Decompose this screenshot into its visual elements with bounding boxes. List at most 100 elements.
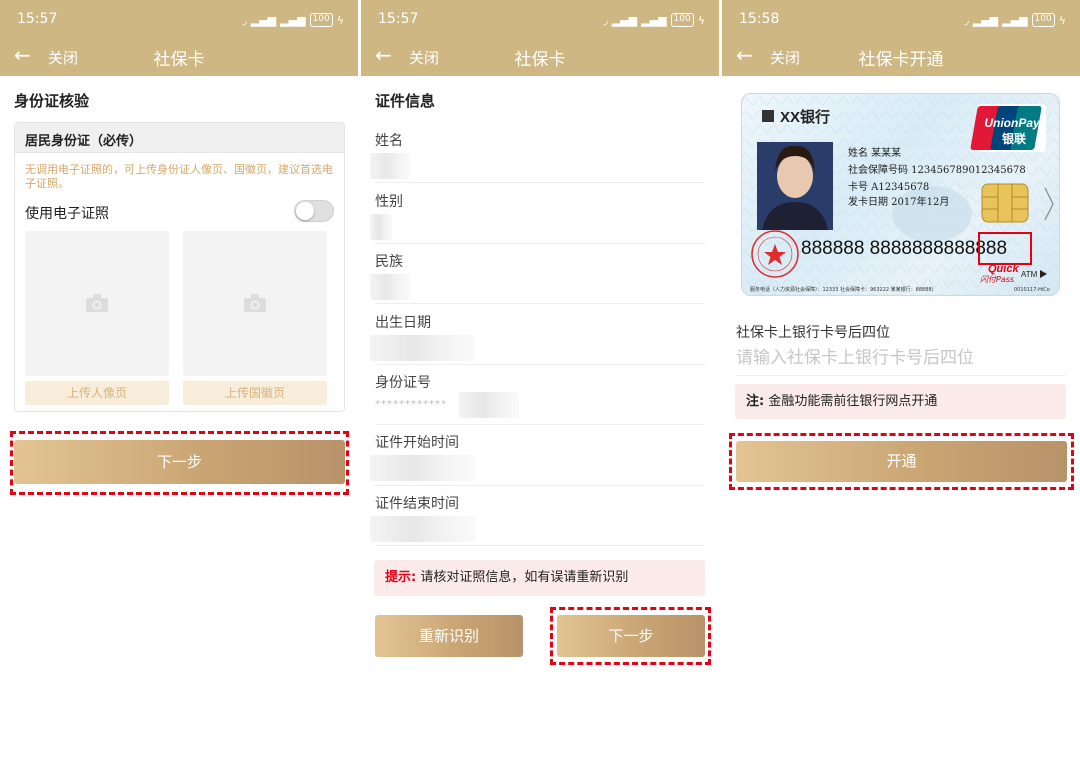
signal-icon: ▂▄▆ [250, 13, 277, 27]
field-label-name: 姓名 [375, 133, 403, 149]
status-bar: 15:57 ◞ ▂▄▆ ▂▄▆ 100 ϟ [0, 0, 358, 40]
unionpay-cn: 银联 [1002, 131, 1026, 146]
unionpay-text: UnionPay [984, 116, 1041, 130]
nav-bar: ← 关闭 社保卡开通 [722, 40, 1080, 74]
service-line: 服务电话（人力资源社会保障）：12333 社会保障卡：963222 某某银行：8… [750, 286, 934, 293]
divider [375, 364, 705, 365]
finance-note: 注: 金融功能需前往银行网点开通 [735, 384, 1066, 419]
battery-icon: 100 [309, 13, 333, 27]
rescan-button[interactable]: 重新识别 [375, 615, 523, 657]
field-label-id-number: 身份证号 [375, 375, 431, 391]
bank-logo-icon [762, 110, 774, 122]
gender-value [370, 214, 392, 240]
wifi-icon: ◞ [242, 13, 247, 27]
divider [375, 182, 705, 183]
back-photo-slot[interactable] [183, 231, 327, 376]
field-label-birth: 出生日期 [375, 315, 431, 331]
id-number-value [459, 392, 519, 418]
atm-label: ATM [1021, 270, 1038, 279]
card-ssn-line: 社会保障号码 123456789012345678 [848, 163, 1026, 176]
upload-hint: 无调用电子证照的，可上传身份证人像页、国徽页，建议首选电子证照。 [25, 163, 333, 190]
divider [375, 424, 705, 425]
cardholder-photo [757, 142, 833, 230]
screen-id-verify: 15:57 ◞ ▂▄▆ ▂▄▆ 100 ϟ ← 关闭 社保卡 身份证核验 居民身… [0, 0, 358, 775]
id-card-panel: 居民身份证（必传） 无调用电子证照的，可上传身份证人像页、国徽页，建议首选电子证… [14, 122, 345, 412]
ethnicity-value [370, 274, 410, 300]
last-four-input[interactable]: 请输入社保卡上银行卡号后四位 [736, 344, 1066, 376]
header: 15:57 ◞ ▂▄▆ ▂▄▆ 100 ϟ ← 关闭 社保卡 [361, 0, 719, 76]
quickpass-logo: Quick [988, 263, 1019, 275]
field-label-gender: 性别 [375, 194, 403, 210]
toggle-knob [296, 202, 314, 220]
tip-text: 请核对证照信息，如有误请重新识别 [420, 570, 629, 585]
page-title: 社保卡 [153, 50, 205, 70]
next-button[interactable]: 下一步 [14, 440, 345, 484]
card-number-line: 卡号 A12345678 [848, 180, 929, 193]
header: 15:57 ◞ ▂▄▆ ▂▄▆ 100 ϟ ← 关闭 社保卡 [0, 0, 358, 76]
unionpay-logo: UnionPay 银联 [970, 104, 1046, 152]
divider [375, 485, 705, 486]
field-label-end-date: 证件结束时间 [375, 496, 459, 512]
signal-icon: ▂▄▆ [972, 13, 999, 27]
start-date-value [370, 455, 476, 481]
camera-icon [86, 294, 108, 312]
field-label-ethnicity: 民族 [375, 254, 403, 270]
nav-bar: ← 关闭 社保卡 [361, 40, 719, 74]
card-date-line: 发卡日期 2017年12月 [848, 195, 949, 208]
section-title: 身份证核验 [14, 92, 90, 110]
activate-button[interactable]: 开通 [736, 441, 1067, 482]
status-icons: ◞ ▂▄▆ ▂▄▆ 100 ϟ [603, 11, 705, 29]
birth-value [370, 335, 475, 361]
tip-prefix: 提示: [385, 570, 417, 585]
id-number-masked: ************ [375, 399, 447, 410]
status-icons: ◞ ▂▄▆ ▂▄▆ 100 ϟ [242, 11, 344, 29]
end-date-value [370, 516, 476, 542]
screen-id-info: 15:57 ◞ ▂▄▆ ▂▄▆ 100 ϟ ← 关闭 社保卡 证件信息 姓名 性… [361, 0, 719, 775]
upload-back-button[interactable]: 上传国徽页 [183, 381, 327, 405]
signal-icon: ▂▄▆ [280, 13, 306, 27]
charging-icon: ϟ [697, 13, 705, 27]
screen-activate: 15:58 ◞ ▂▄▆ ▂▄▆ 100 ϟ ← 关闭 社保卡开通 XX银行 Un… [722, 0, 1080, 775]
section-title: 证件信息 [375, 92, 436, 110]
wifi-icon: ◞ [964, 13, 969, 27]
wifi-icon: ◞ [603, 13, 608, 27]
divider [375, 545, 705, 546]
social-security-card-image: XX银行 UnionPay 银联 姓名 某某某 社会保障号码 123456789… [741, 93, 1060, 296]
quickpass-cn: 闪付Pass [980, 275, 1014, 284]
camera-icon [244, 294, 266, 312]
signal-icon: ▂▄▆ [611, 13, 638, 27]
e-license-toggle[interactable] [294, 200, 334, 222]
status-time: 15:57 [17, 11, 58, 27]
page-title: 社保卡开通 [858, 50, 944, 70]
next-button[interactable]: 下一步 [557, 615, 705, 657]
card-number: 888888 8888888888888 [801, 238, 1007, 259]
signal-icon: ▂▄▆ [1002, 13, 1028, 27]
panel-title: 居民身份证（必传） [15, 123, 344, 153]
status-bar: 15:57 ◞ ▂▄▆ ▂▄▆ 100 ϟ [361, 0, 719, 40]
header: 15:58 ◞ ▂▄▆ ▂▄▆ 100 ϟ ← 关闭 社保卡开通 [722, 0, 1080, 76]
signal-icon: ▂▄▆ [641, 13, 667, 27]
charging-icon: ϟ [1058, 13, 1066, 27]
card-code: 0010117-HiCo [1014, 287, 1050, 293]
status-bar: 15:58 ◞ ▂▄▆ ▂▄▆ 100 ϟ [722, 0, 1080, 40]
upload-front-button[interactable]: 上传人像页 [25, 381, 169, 405]
status-time: 15:58 [739, 11, 780, 27]
card-graphic: XX银行 UnionPay 银联 姓名 某某某 社会保障号码 123456789… [742, 94, 1059, 295]
toggle-label: 使用电子证照 [25, 206, 109, 222]
note-text: 金融功能需前往银行网点开通 [768, 394, 938, 409]
field-label: 社保卡上银行卡号后四位 [736, 325, 890, 341]
name-value [370, 153, 410, 179]
status-icons: ◞ ▂▄▆ ▂▄▆ 100 ϟ [964, 11, 1066, 29]
charging-icon: ϟ [336, 13, 344, 27]
nav-bar: ← 关闭 社保卡 [0, 40, 358, 74]
battery-icon: 100 [1031, 13, 1055, 27]
divider [719, 0, 722, 775]
chip-icon [981, 183, 1029, 223]
status-time: 15:57 [378, 11, 419, 27]
divider [375, 243, 705, 244]
card-name-line: 姓名 某某某 [848, 146, 901, 159]
front-photo-slot[interactable] [25, 231, 169, 376]
divider [375, 303, 705, 304]
page-title: 社保卡 [514, 50, 566, 70]
note-prefix: 注: [746, 394, 765, 409]
